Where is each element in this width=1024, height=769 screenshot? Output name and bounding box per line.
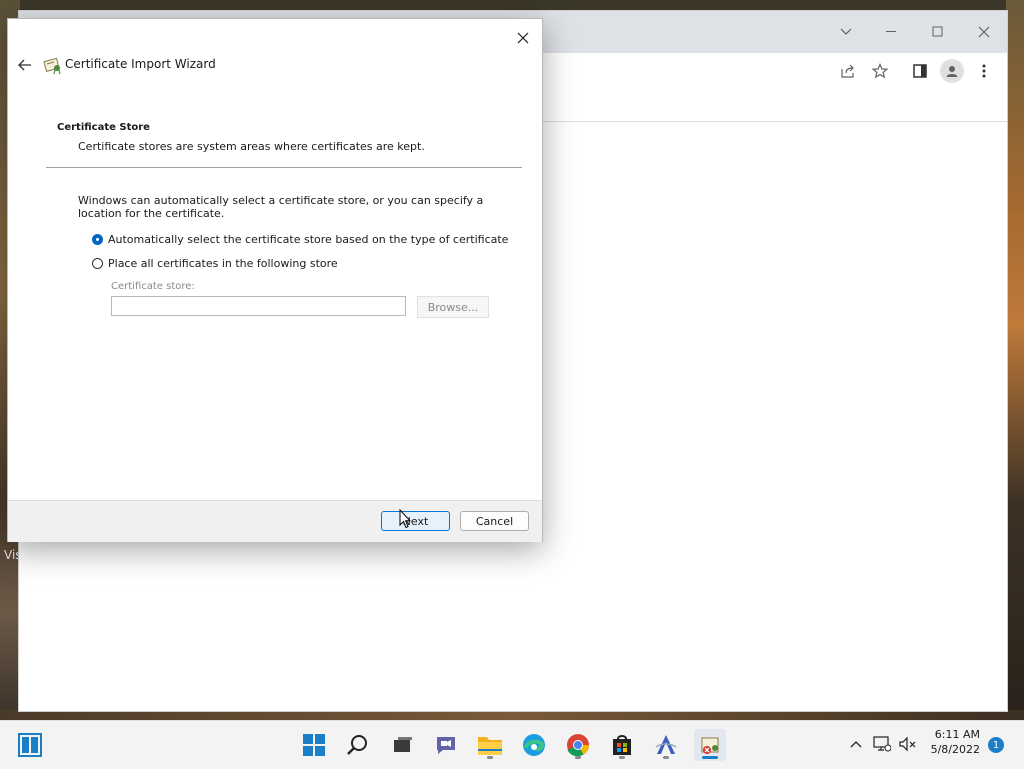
- radio-label[interactable]: Place all certificates in the following …: [108, 257, 338, 270]
- task-view-icon[interactable]: [386, 729, 418, 761]
- file-explorer-icon[interactable]: [474, 729, 506, 761]
- certificate-app-icon[interactable]: [694, 729, 726, 761]
- running-indicator: [487, 756, 493, 759]
- system-clock[interactable]: 6:11 AM 5/8/2022: [924, 727, 980, 757]
- chrome-icon[interactable]: [562, 729, 594, 761]
- edge-icon[interactable]: [518, 729, 550, 761]
- dialog-footer: Next Cancel: [8, 500, 542, 542]
- more-icon[interactable]: [972, 59, 996, 83]
- certificate-store-label: Certificate store:: [111, 281, 195, 292]
- certificate-import-wizard-dialog: Certificate Import Wizard Certificate St…: [7, 18, 543, 542]
- running-indicator: [619, 756, 625, 759]
- auto-select-store-option[interactable]: Automatically select the certificate sto…: [92, 231, 508, 247]
- next-button[interactable]: Next: [381, 511, 450, 531]
- place-in-store-option[interactable]: Place all certificates in the following …: [92, 255, 338, 271]
- taskbar: [0, 720, 1024, 769]
- chat-icon[interactable]: [430, 729, 462, 761]
- clock-date: 5/8/2022: [930, 743, 980, 756]
- wallpaper-right: [1006, 0, 1024, 720]
- chevron-up-icon[interactable]: [846, 734, 866, 754]
- radio-label[interactable]: Automatically select the certificate sto…: [108, 233, 508, 246]
- section-description: Certificate stores are system areas wher…: [78, 140, 425, 153]
- back-arrow-icon[interactable]: [13, 55, 37, 75]
- browse-button[interactable]: Browse...: [417, 296, 489, 318]
- star-icon[interactable]: [868, 59, 892, 83]
- maximize-icon[interactable]: [923, 17, 953, 47]
- active-indicator: [702, 756, 718, 759]
- header-separator: [46, 167, 522, 168]
- share-icon[interactable]: [836, 59, 860, 83]
- start-icon[interactable]: [14, 729, 46, 761]
- store-icon[interactable]: [606, 729, 638, 761]
- clock-time: 6:11 AM: [934, 728, 980, 741]
- close-icon[interactable]: [969, 17, 999, 47]
- certificate-store-field[interactable]: [111, 296, 406, 316]
- cancel-button[interactable]: Cancel: [460, 511, 529, 531]
- close-icon[interactable]: [510, 25, 536, 51]
- radio-button[interactable]: [92, 257, 103, 269]
- volume-muted-icon[interactable]: [898, 734, 918, 754]
- radio-button-checked[interactable]: [92, 233, 103, 245]
- chevron-down-icon[interactable]: [831, 17, 861, 47]
- start-icon[interactable]: [298, 729, 330, 761]
- dialog-title: Certificate Import Wizard: [65, 57, 216, 71]
- profile-icon[interactable]: [940, 59, 964, 83]
- side-panel-icon[interactable]: [908, 59, 932, 83]
- certificate-icon: [43, 55, 63, 75]
- minimize-icon[interactable]: [877, 17, 907, 47]
- app-icon[interactable]: [650, 729, 682, 761]
- running-indicator: [575, 756, 581, 759]
- search-icon[interactable]: [342, 729, 374, 761]
- mouse-cursor-icon: [399, 508, 412, 529]
- notification-badge[interactable]: 1: [988, 737, 1004, 753]
- intro-text: Windows can automatically select a certi…: [78, 194, 484, 220]
- section-title: Certificate Store: [57, 122, 150, 133]
- running-indicator: [663, 756, 669, 759]
- network-icon[interactable]: [872, 734, 892, 754]
